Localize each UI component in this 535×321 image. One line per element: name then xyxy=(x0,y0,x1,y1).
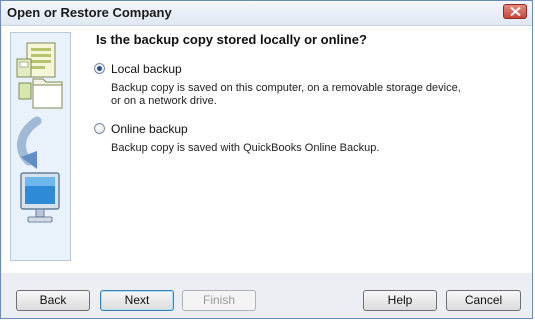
document-icon xyxy=(16,42,56,78)
help-button[interactable]: Help xyxy=(363,290,437,311)
finish-button[interactable]: Finish xyxy=(182,290,256,311)
folder-icon xyxy=(18,78,63,109)
title-bar[interactable]: Open or Restore Company xyxy=(1,1,532,26)
online-backup-label[interactable]: Online backup xyxy=(111,122,188,136)
close-icon xyxy=(510,7,521,16)
monitor-icon xyxy=(20,172,60,223)
next-button[interactable]: Next xyxy=(100,290,174,311)
online-backup-radio[interactable] xyxy=(94,123,105,134)
cancel-button[interactable]: Cancel xyxy=(446,290,521,311)
local-backup-radio[interactable] xyxy=(94,63,105,74)
question-heading: Is the backup copy stored locally or onl… xyxy=(96,32,367,47)
local-backup-label[interactable]: Local backup xyxy=(111,62,182,76)
wizard-window: Open or Restore Company Is the backup co… xyxy=(0,0,533,319)
online-backup-description: Backup copy is saved with QuickBooks Onl… xyxy=(111,142,380,154)
window-title: Open or Restore Company xyxy=(7,5,172,20)
close-button[interactable] xyxy=(503,4,527,19)
arrow-down-icon xyxy=(17,116,42,169)
local-backup-description: Backup copy is saved on this computer, o… xyxy=(111,82,461,107)
back-button[interactable]: Back xyxy=(16,290,90,311)
side-illustration xyxy=(10,32,71,261)
